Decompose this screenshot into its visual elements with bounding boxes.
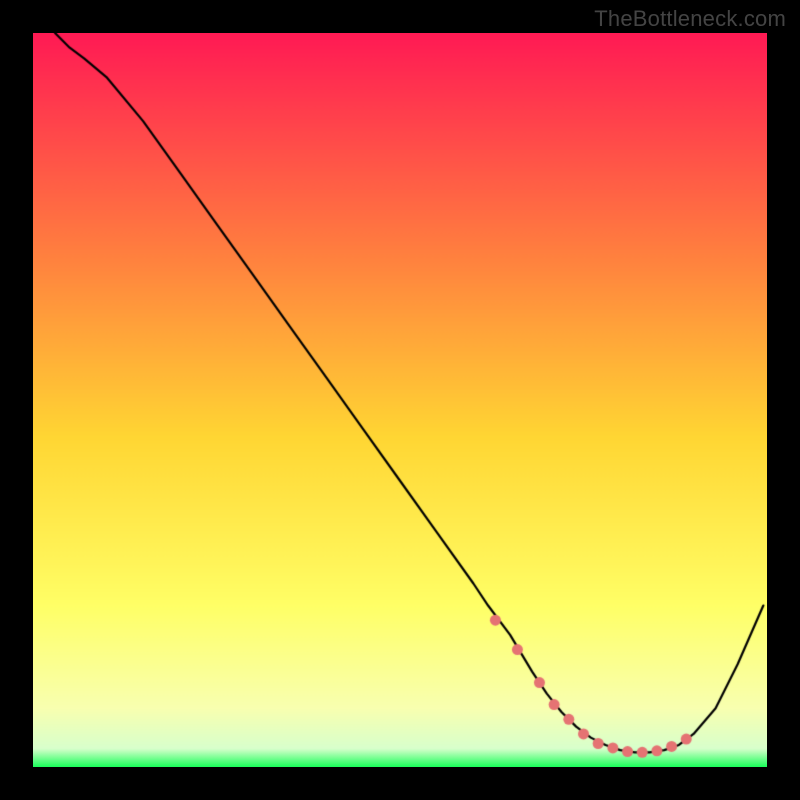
chart-frame: TheBottleneck.com	[0, 0, 800, 800]
bottleneck-chart	[33, 33, 767, 767]
watermark-text: TheBottleneck.com	[594, 6, 786, 32]
